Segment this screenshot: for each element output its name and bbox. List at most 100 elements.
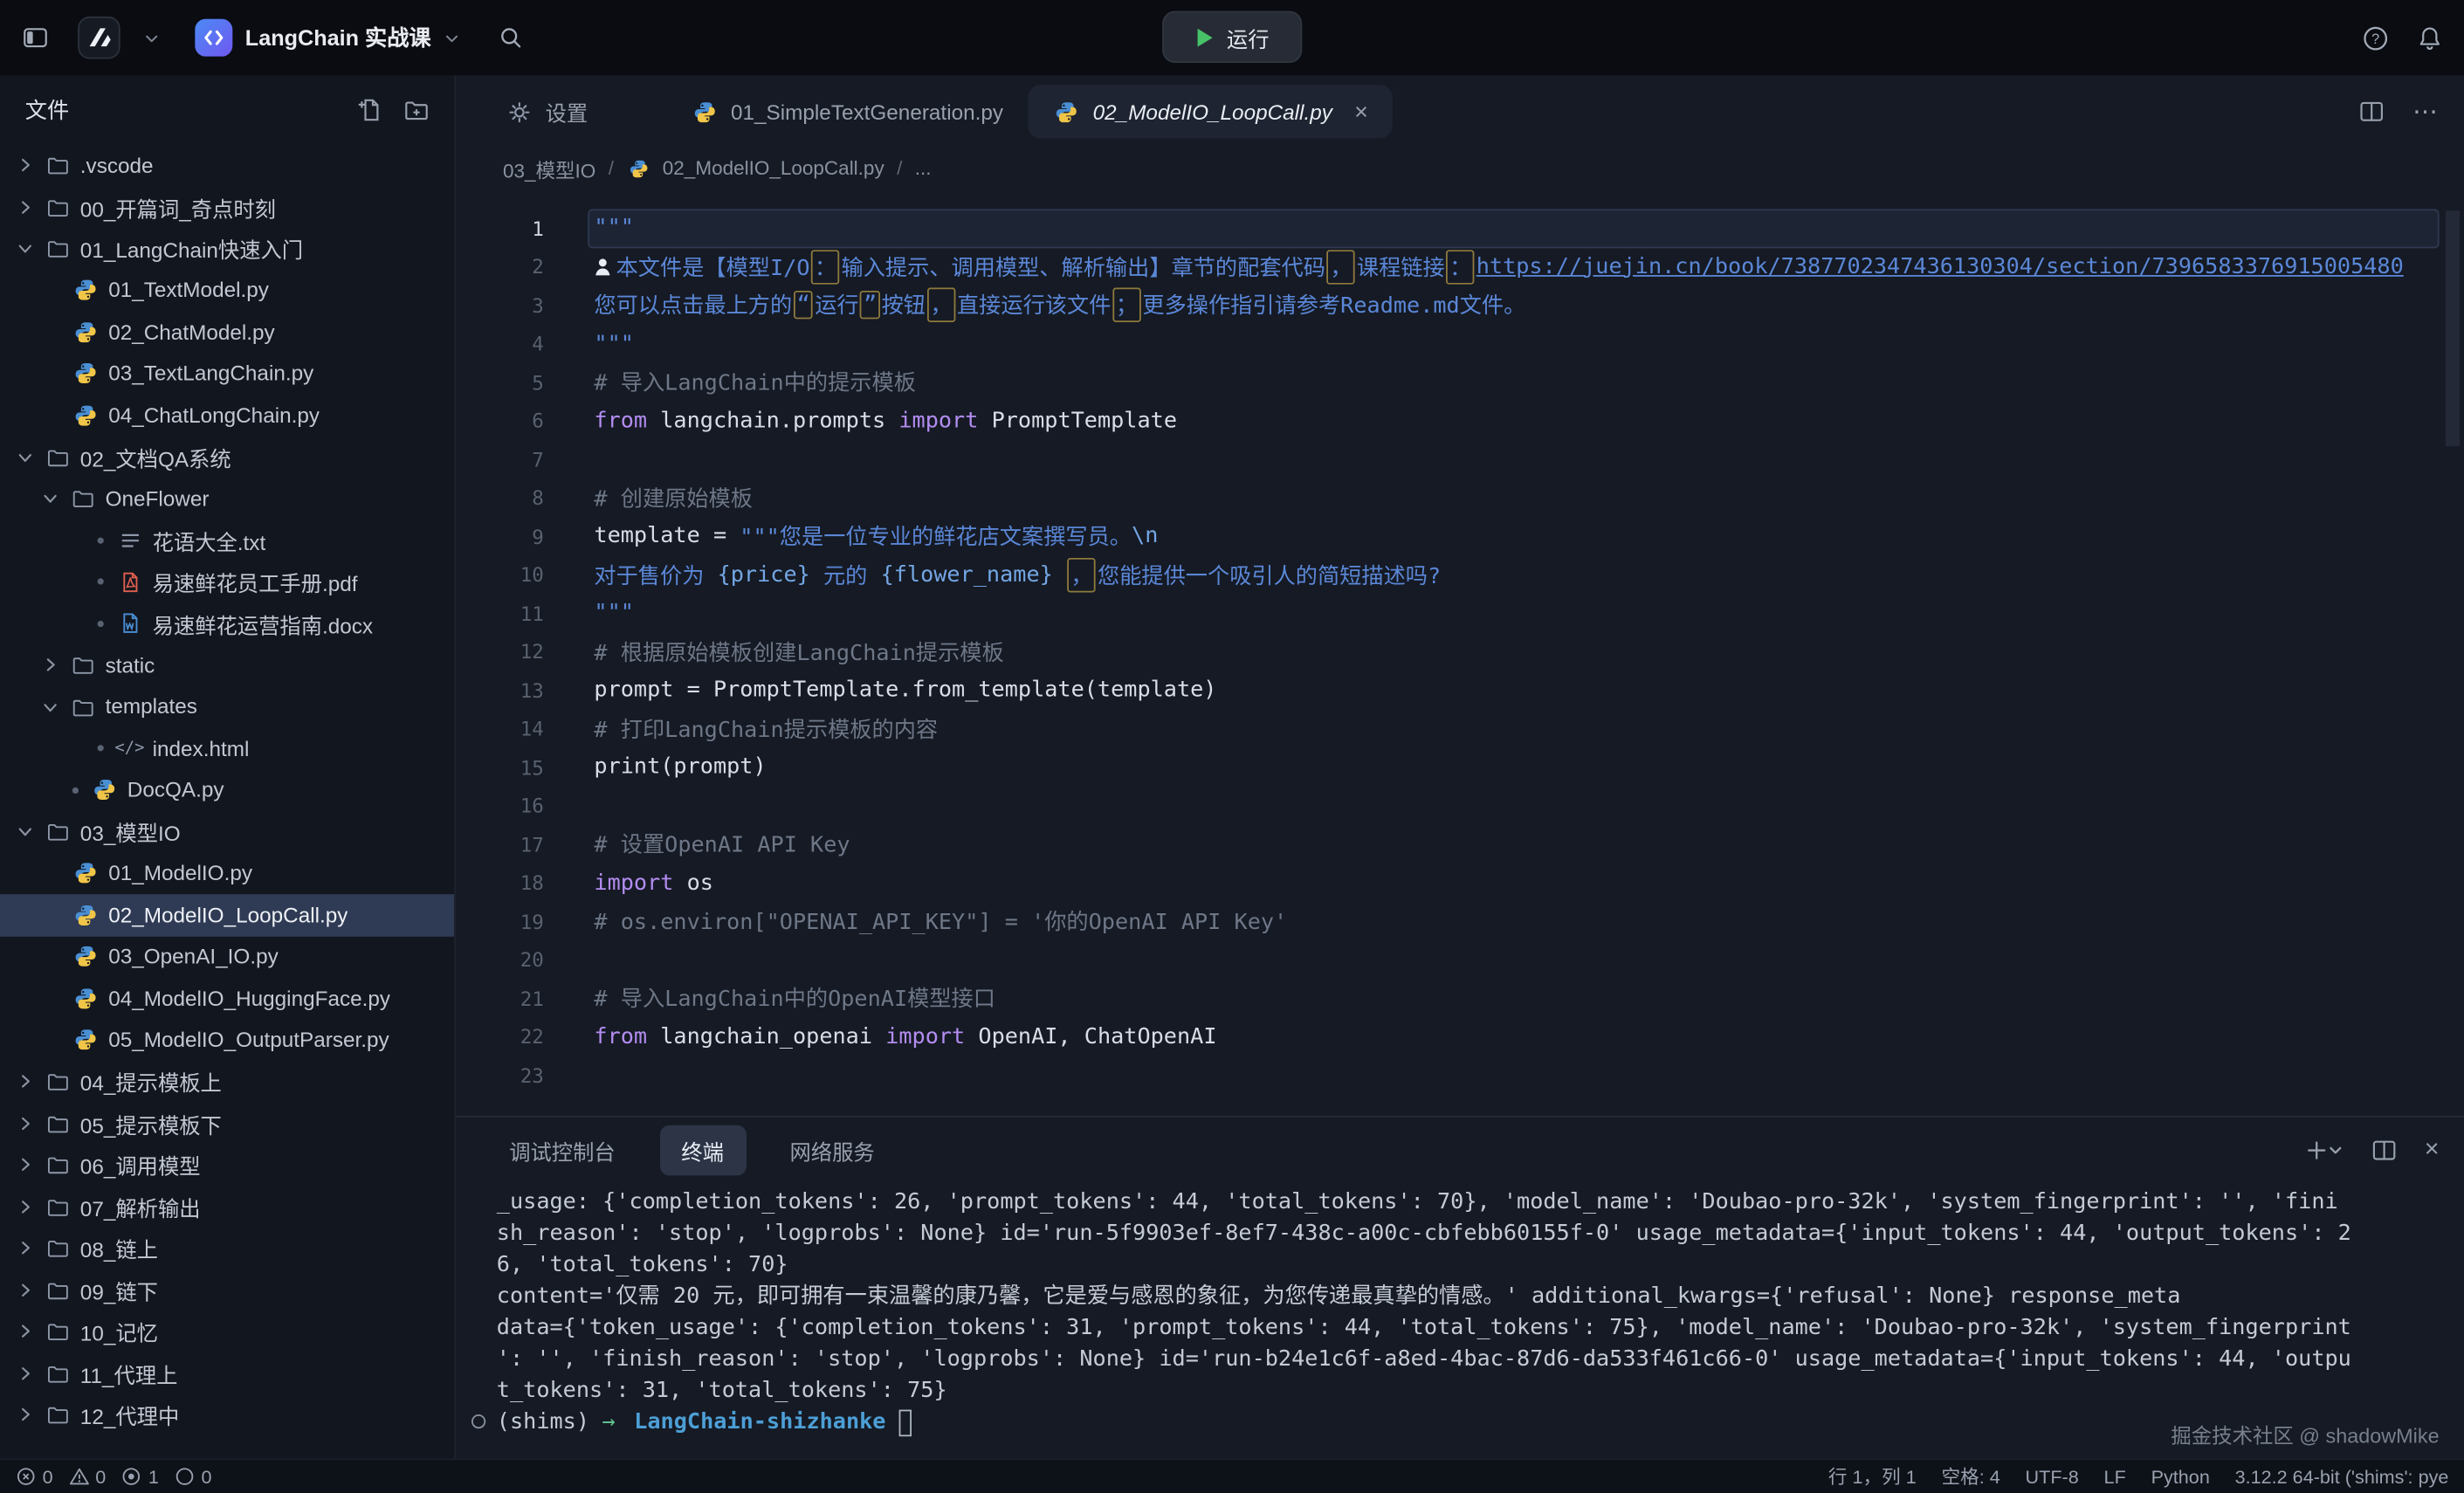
tree-folder-templates[interactable]: templates: [0, 686, 454, 728]
breadcrumb-more[interactable]: ...: [915, 157, 932, 179]
tree-folder-.vscode[interactable]: .vscode: [0, 145, 454, 187]
code-line-22[interactable]: 22from langchain_openai import OpenAI, C…: [456, 1018, 2464, 1056]
code-line-15[interactable]: 15print(prompt): [456, 748, 2464, 787]
status-hints[interactable]: 0: [175, 1466, 212, 1488]
tree-folder-08_链上[interactable]: 08_链上: [0, 1228, 454, 1269]
status-cursor-position[interactable]: 行 1，列 1: [1828, 1463, 1917, 1490]
tree-file-花语大全.txt[interactable]: 花语大全.txt: [0, 519, 454, 561]
code-line-1[interactable]: 1""": [456, 209, 2464, 247]
code-line-20[interactable]: 20: [456, 940, 2464, 979]
code-line-19[interactable]: 19# os.environ["OPENAI_API_KEY"] = '你的Op…: [456, 902, 2464, 940]
code-editor[interactable]: 1"""2本文件是【模型I/O：输入提示、调用模型、解析输出】章节的配套代码，课…: [456, 189, 2464, 1116]
code-line-7[interactable]: 7: [456, 440, 2464, 478]
new-folder-icon[interactable]: [404, 98, 430, 123]
tab-设置[interactable]: 设置: [481, 75, 613, 148]
status-encoding[interactable]: UTF-8: [2026, 1466, 2079, 1488]
tab-01_SimpleTextGeneration.py[interactable]: 01_SimpleTextGeneration.py: [666, 75, 1029, 148]
tree-folder-11_代理上[interactable]: 11_代理上: [0, 1352, 454, 1394]
tree-folder-01_LangChain快速入门[interactable]: 01_LangChain快速入门: [0, 228, 454, 270]
more-actions-icon[interactable]: ⋯: [2412, 96, 2440, 127]
tab-02_ModelIO_LoopCall.py[interactable]: 02_ModelIO_LoopCall.py×: [1029, 85, 1394, 138]
tree-folder-07_解析输出[interactable]: 07_解析输出: [0, 1186, 454, 1228]
status-info[interactable]: 1: [121, 1466, 159, 1488]
workspace-switcher[interactable]: LangChain 实战课: [195, 19, 461, 57]
close-icon[interactable]: ×: [1354, 100, 1368, 123]
code-line-16[interactable]: 16: [456, 787, 2464, 825]
status-language-mode[interactable]: Python: [2151, 1466, 2210, 1488]
breadcrumb-file[interactable]: 02_ModelIO_LoopCall.py: [663, 157, 884, 179]
tree-folder-00_开篇词_奇点时刻[interactable]: 00_开篇词_奇点时刻: [0, 186, 454, 228]
tree-file-01_TextModel.py[interactable]: 01_TextModel.py: [0, 270, 454, 312]
chevron-icon: [16, 239, 35, 258]
code-line-14[interactable]: 14# 打印LangChain提示模板的内容: [456, 710, 2464, 748]
terminal-output[interactable]: _usage: {'completion_tokens': 26, 'promp…: [456, 1183, 2464, 1458]
status-indentation[interactable]: 空格: 4: [1942, 1463, 2000, 1490]
tree-file-02_ModelIO_LoopCall.py[interactable]: 02_ModelIO_LoopCall.py: [0, 894, 454, 936]
editor-scrollbar[interactable]: [2446, 210, 2460, 446]
tree-folder-12_代理中[interactable]: 12_代理中: [0, 1394, 454, 1436]
tree-item-label: 02_ModelIO_LoopCall.py: [108, 904, 348, 927]
code-line-5[interactable]: 5# 导入LangChain中的提示模板: [456, 363, 2464, 402]
tree-file-易速鲜花运营指南.docx[interactable]: 易速鲜花运营指南.docx: [0, 602, 454, 644]
tree-file-05_ModelIO_OutputParser.py[interactable]: 05_ModelIO_OutputParser.py: [0, 1019, 454, 1061]
code-line-10[interactable]: 10对于售价为 {price} 元的 {flower_name} ，您能提供一个…: [456, 555, 2464, 594]
tree-item-label: 易速鲜花员工手册.pdf: [153, 566, 358, 597]
status-errors[interactable]: 0: [16, 1466, 53, 1488]
tree-file-01_ModelIO.py[interactable]: 01_ModelIO.py: [0, 853, 454, 895]
folder-icon: [69, 696, 96, 718]
app-logo-icon[interactable]: [77, 16, 120, 59]
tree-folder-09_链下[interactable]: 09_链下: [0, 1269, 454, 1311]
tree-folder-02_文档QA系统[interactable]: 02_文档QA系统: [0, 437, 454, 478]
search-icon[interactable]: [499, 25, 524, 51]
split-terminal-icon[interactable]: [2371, 1138, 2397, 1163]
breadcrumb-folder[interactable]: 03_模型IO: [503, 154, 595, 183]
tree-file-04_ChatLongChain.py[interactable]: 04_ChatLongChain.py: [0, 395, 454, 437]
tree-folder-03_模型IO[interactable]: 03_模型IO: [0, 811, 454, 853]
tree-file-易速鲜花员工手册.pdf[interactable]: 易速鲜花员工手册.pdf: [0, 561, 454, 603]
tree-item-label: 03_TextLangChain.py: [108, 361, 313, 385]
terminal-prompt[interactable]: (shims)→LangChain-shizhanke: [497, 1407, 2464, 1438]
help-icon[interactable]: ?: [2362, 24, 2389, 52]
chevron-down-icon[interactable]: [143, 29, 161, 46]
code-line-13[interactable]: 13prompt = PromptTemplate.from_template(…: [456, 671, 2464, 710]
close-panel-icon[interactable]: ×: [2425, 1136, 2440, 1164]
bell-icon[interactable]: [2417, 24, 2442, 52]
tree-folder-OneFlower[interactable]: OneFlower: [0, 478, 454, 519]
code-line-2[interactable]: 2本文件是【模型I/O：输入提示、调用模型、解析输出】章节的配套代码，课程链接：…: [456, 248, 2464, 286]
run-button[interactable]: 运行: [1162, 11, 1302, 63]
sidebar-toggle-icon[interactable]: [22, 25, 49, 51]
tree-file-03_TextLangChain.py[interactable]: 03_TextLangChain.py: [0, 353, 454, 395]
code-line-17[interactable]: 17# 设置OpenAI API Key: [456, 825, 2464, 863]
code-line-3[interactable]: 3您可以点击最上方的“运行”按钮，直接运行该文件；更多操作指引请参考Readme…: [456, 286, 2464, 325]
split-editor-icon[interactable]: [2359, 99, 2385, 124]
status-python-interpreter[interactable]: 3.12.2 64-bit ('shims': pye: [2235, 1466, 2449, 1488]
code-line-18[interactable]: 18import os: [456, 863, 2464, 902]
tree-file-04_ModelIO_HuggingFace.py[interactable]: 04_ModelIO_HuggingFace.py: [0, 978, 454, 1020]
tree-folder-06_调用模型[interactable]: 06_调用模型: [0, 1144, 454, 1186]
tree-item-label: 易速鲜花运营指南.docx: [153, 608, 374, 639]
tree-folder-05_提示模板下[interactable]: 05_提示模板下: [0, 1103, 454, 1145]
code-line-23[interactable]: 23: [456, 1056, 2464, 1095]
tree-file-DocQA.py[interactable]: DocQA.py: [0, 769, 454, 811]
tree-folder-static[interactable]: static: [0, 644, 454, 686]
new-terminal-icon[interactable]: [2305, 1138, 2343, 1163]
tree-file-03_OpenAI_IO.py[interactable]: 03_OpenAI_IO.py: [0, 936, 454, 978]
code-line-4[interactable]: 4""": [456, 325, 2464, 363]
tree-folder-10_记忆[interactable]: 10_记忆: [0, 1311, 454, 1352]
code-line-12[interactable]: 12# 根据原始模板创建LangChain提示模板: [456, 633, 2464, 671]
panel-tab-网络服务[interactable]: 网络服务: [790, 1125, 875, 1176]
chevron-icon: [16, 156, 35, 175]
tree-file-02_ChatModel.py[interactable]: 02_ChatModel.py: [0, 311, 454, 353]
code-line-8[interactable]: 8# 创建原始模板: [456, 478, 2464, 517]
code-line-6[interactable]: 6from langchain.prompts import PromptTem…: [456, 402, 2464, 440]
status-warnings[interactable]: 0: [69, 1466, 107, 1488]
code-line-9[interactable]: 9template = """您是一位专业的鲜花店文案撰写员。\n: [456, 517, 2464, 555]
panel-tab-终端[interactable]: 终端: [659, 1125, 746, 1176]
status-eol[interactable]: LF: [2104, 1466, 2126, 1488]
code-line-11[interactable]: 11""": [456, 594, 2464, 632]
panel-tab-调试控制台[interactable]: 调试控制台: [509, 1125, 615, 1176]
tree-folder-04_提示模板上[interactable]: 04_提示模板上: [0, 1061, 454, 1103]
tree-file-index.html[interactable]: </>index.html: [0, 727, 454, 769]
code-line-21[interactable]: 21# 导入LangChain中的OpenAI模型接口: [456, 979, 2464, 1017]
new-file-icon[interactable]: [357, 98, 382, 123]
